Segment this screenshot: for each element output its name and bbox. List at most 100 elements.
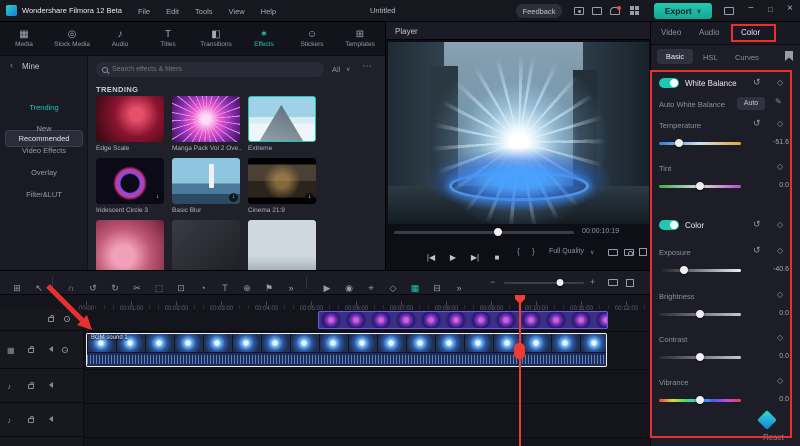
keyframe-color-icon[interactable]: ◇ — [777, 221, 783, 229]
search-bar[interactable] — [96, 62, 324, 77]
minimize-icon[interactable]: − — [748, 3, 754, 14]
tab-effects[interactable]: ✶ Effects — [240, 22, 288, 56]
close-icon[interactable]: × — [787, 3, 793, 14]
reset-button[interactable]: Reset — [763, 433, 784, 442]
text-tool-icon[interactable]: T — [214, 283, 236, 293]
playback-progress-bar[interactable] — [394, 228, 574, 236]
tab-video[interactable]: Video — [661, 28, 681, 37]
playhead-grip[interactable] — [514, 343, 525, 359]
mute-icon[interactable] — [46, 382, 53, 388]
mute-icon[interactable] — [46, 346, 53, 352]
tint-slider[interactable] — [659, 182, 741, 190]
sidebar-item-new[interactable]: New — [0, 124, 88, 133]
keyframe-icon[interactable]: ◇ — [382, 283, 404, 294]
speed-icon[interactable]: ◔ — [192, 283, 214, 293]
search-input[interactable] — [112, 66, 318, 73]
vibrance-slider[interactable] — [659, 396, 741, 404]
stop-icon[interactable]: ■ — [486, 253, 508, 262]
crop-icon[interactable]: ⊡ — [170, 283, 192, 294]
sidebar-item-trending[interactable]: Trending — [0, 103, 88, 112]
sidebar-item-mine[interactable]: Mine — [22, 62, 39, 71]
sidebar-item-overlay[interactable]: Overlay — [0, 168, 88, 177]
effect-thumb-edge-scale[interactable] — [96, 96, 164, 142]
next-frame-icon[interactable]: ▶| — [464, 253, 486, 262]
keyframe-white-balance-icon[interactable]: ◇ — [777, 79, 783, 87]
split-icon[interactable]: ✂ — [126, 283, 148, 294]
marker-icon[interactable]: ⚑ — [258, 283, 280, 294]
audio-track-header[interactable]: ♪ — [0, 403, 84, 437]
auto-button[interactable]: Auto — [737, 97, 765, 110]
keyframe-exposure-icon[interactable]: ◇ — [777, 247, 783, 255]
tint-slider-handle[interactable] — [696, 182, 704, 190]
maximize-icon[interactable]: □ — [768, 5, 773, 14]
lock-icon[interactable] — [28, 346, 34, 353]
brightness-slider-handle[interactable] — [696, 310, 704, 318]
tab-media[interactable]: ▦ Media — [0, 22, 48, 56]
media-view-icon[interactable]: ⊞ — [6, 283, 28, 294]
menu-file[interactable]: File — [138, 7, 150, 16]
record-icon[interactable]: ◉ — [338, 283, 360, 294]
reset-color-icon[interactable]: ↺ — [753, 220, 761, 229]
prev-frame-icon[interactable]: |◀ — [420, 253, 442, 262]
fullscreen-icon[interactable] — [639, 248, 647, 256]
eyedropper-icon[interactable]: ✎ — [775, 97, 782, 106]
video-track-header[interactable]: ▦ — [0, 331, 84, 369]
feedback-button[interactable]: Feedback — [516, 4, 562, 18]
audio-track-header[interactable]: ♪ — [0, 369, 84, 403]
effect-thumb-cinema[interactable]: ↓ — [248, 158, 316, 204]
color-toggle[interactable] — [659, 220, 679, 230]
timeline-zoom-handle[interactable] — [556, 279, 564, 286]
effect-thumb-partial[interactable] — [172, 220, 240, 270]
effect-thumb-extreme[interactable] — [248, 96, 316, 142]
sidebar-item-filter-lut[interactable]: Filter&LUT — [0, 190, 88, 199]
mark-out-icon[interactable]: } — [532, 247, 535, 256]
voiceover-icon[interactable]: ⌖ — [360, 283, 382, 294]
more-tools-icon[interactable]: » — [280, 283, 302, 293]
effect-thumb-partial[interactable] — [248, 220, 316, 270]
apps-grid-icon[interactable] — [630, 6, 640, 14]
keyframe-brightness-icon[interactable]: ◇ — [777, 291, 783, 299]
filter-all-dropdown[interactable]: All — [332, 65, 340, 74]
mark-in-icon[interactable]: { — [517, 247, 520, 256]
video-preview[interactable] — [388, 42, 649, 224]
menu-view[interactable]: View — [229, 7, 245, 16]
undo-icon[interactable]: ↺ — [82, 283, 104, 294]
tab-titles[interactable]: T Titles — [144, 22, 192, 56]
lock-icon[interactable] — [28, 416, 34, 423]
split-screen-icon[interactable]: ⊟ — [426, 283, 448, 294]
visibility-icon[interactable] — [62, 347, 68, 353]
export-button[interactable]: Export ∨ — [654, 3, 712, 19]
temperature-slider[interactable] — [659, 139, 741, 147]
effect-thumb-partial[interactable] — [96, 220, 164, 270]
keyframe-tint-icon[interactable]: ◇ — [777, 163, 783, 171]
visibility-icon[interactable] — [64, 316, 70, 322]
exposure-slider[interactable] — [659, 266, 741, 274]
quality-dropdown[interactable]: Full Quality — [549, 248, 584, 255]
play-icon[interactable]: ▶ — [442, 253, 464, 262]
playback-progress-handle[interactable] — [494, 228, 503, 236]
reset-exposure-icon[interactable]: ↺ — [753, 246, 761, 255]
tab-transitions[interactable]: ◧ Transitions — [192, 22, 240, 56]
reset-white-balance-icon[interactable]: ↺ — [753, 78, 761, 87]
notification-icon[interactable] — [610, 6, 621, 15]
playhead-line[interactable] — [519, 295, 521, 446]
clip-audio-waveform[interactable] — [87, 352, 606, 366]
tab-color[interactable]: Color — [741, 28, 760, 37]
lock-icon[interactable] — [48, 315, 54, 322]
zoom-tool-icon[interactable]: ⊕ — [236, 283, 258, 294]
white-balance-toggle[interactable] — [659, 78, 679, 88]
overlay-track-header[interactable] — [0, 309, 84, 331]
contrast-slider[interactable] — [659, 353, 741, 361]
menu-help[interactable]: Help — [261, 7, 276, 16]
menu-tools[interactable]: Tools — [195, 7, 213, 16]
tab-templates[interactable]: ⊞ Templates — [336, 22, 384, 56]
display-mode-icon[interactable] — [608, 249, 618, 256]
tab-stock-media[interactable]: ◎ Stock Media — [48, 22, 96, 56]
chroma-key-icon[interactable]: ▦ — [404, 283, 426, 294]
effect-thumb-iridescent[interactable]: ↓ — [96, 158, 164, 204]
temperature-slider-handle[interactable] — [674, 139, 683, 147]
menu-edit[interactable]: Edit — [166, 7, 179, 16]
pointer-icon[interactable]: ↖ — [28, 283, 50, 294]
brightness-slider[interactable] — [659, 310, 741, 318]
tab-stickers[interactable]: ☺ Stickers — [288, 22, 336, 56]
